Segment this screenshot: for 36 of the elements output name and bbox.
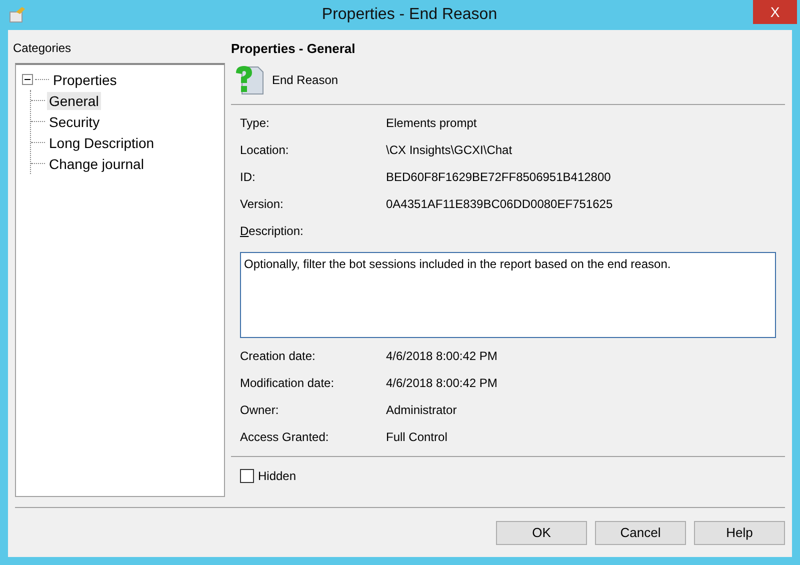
field-value: Elements prompt <box>386 116 478 130</box>
field-label: Type: <box>240 116 270 130</box>
field-label: Location: <box>240 142 290 156</box>
section-heading: Properties - General <box>231 41 356 56</box>
field-label: Access Granted: <box>240 430 330 444</box>
field-value: \CX Insights\GCXI\Chat <box>386 142 514 156</box>
field-value: BED60F8F1629BE72FF8506951B412800 <box>386 170 612 184</box>
panel-label: Categories <box>13 41 72 55</box>
field-value: 4/6/2018 8:00:42 PM <box>386 376 498 390</box>
field-label: Owner: <box>240 402 280 416</box>
field-label: Description: <box>240 224 304 238</box>
dialog-button[interactable]: Help <box>694 520 785 544</box>
minus-icon[interactable] <box>22 74 33 85</box>
field-value: 0A4351AF11E839BC06DD0080EF751625 <box>386 196 614 210</box>
question-document-icon <box>234 65 266 95</box>
dialog-button[interactable]: OK <box>496 520 587 544</box>
dialog-button[interactable]: Cancel <box>595 520 686 544</box>
field-value: 4/6/2018 8:00:42 PM <box>386 348 498 362</box>
description-field[interactable]: Optionally, filter the bot sessions included in the report based on the end reason. <box>240 252 776 338</box>
hidden-checkbox[interactable] <box>240 469 254 483</box>
object-name: End Reason <box>272 73 338 87</box>
field-label: Modification date: <box>240 376 336 390</box>
field-label: ID: <box>240 170 256 184</box>
tree-item[interactable]: General <box>47 92 101 110</box>
field-value: Full Control <box>386 430 448 444</box>
tree-item[interactable]: Change journal <box>47 154 146 172</box>
field-label: Version: <box>240 196 284 210</box>
checkbox-label: Hidden <box>258 469 296 483</box>
tree-item[interactable]: Properties <box>51 70 119 88</box>
field-value: Administrator <box>386 402 458 416</box>
folder-icon <box>8 6 26 24</box>
tree-item[interactable]: Long Description <box>47 134 156 152</box>
field-label: Creation date: <box>240 348 316 362</box>
window-title: Properties - End Reason <box>320 6 498 24</box>
tree-item[interactable]: Security <box>47 112 102 130</box>
close-button[interactable]: X <box>753 0 797 24</box>
